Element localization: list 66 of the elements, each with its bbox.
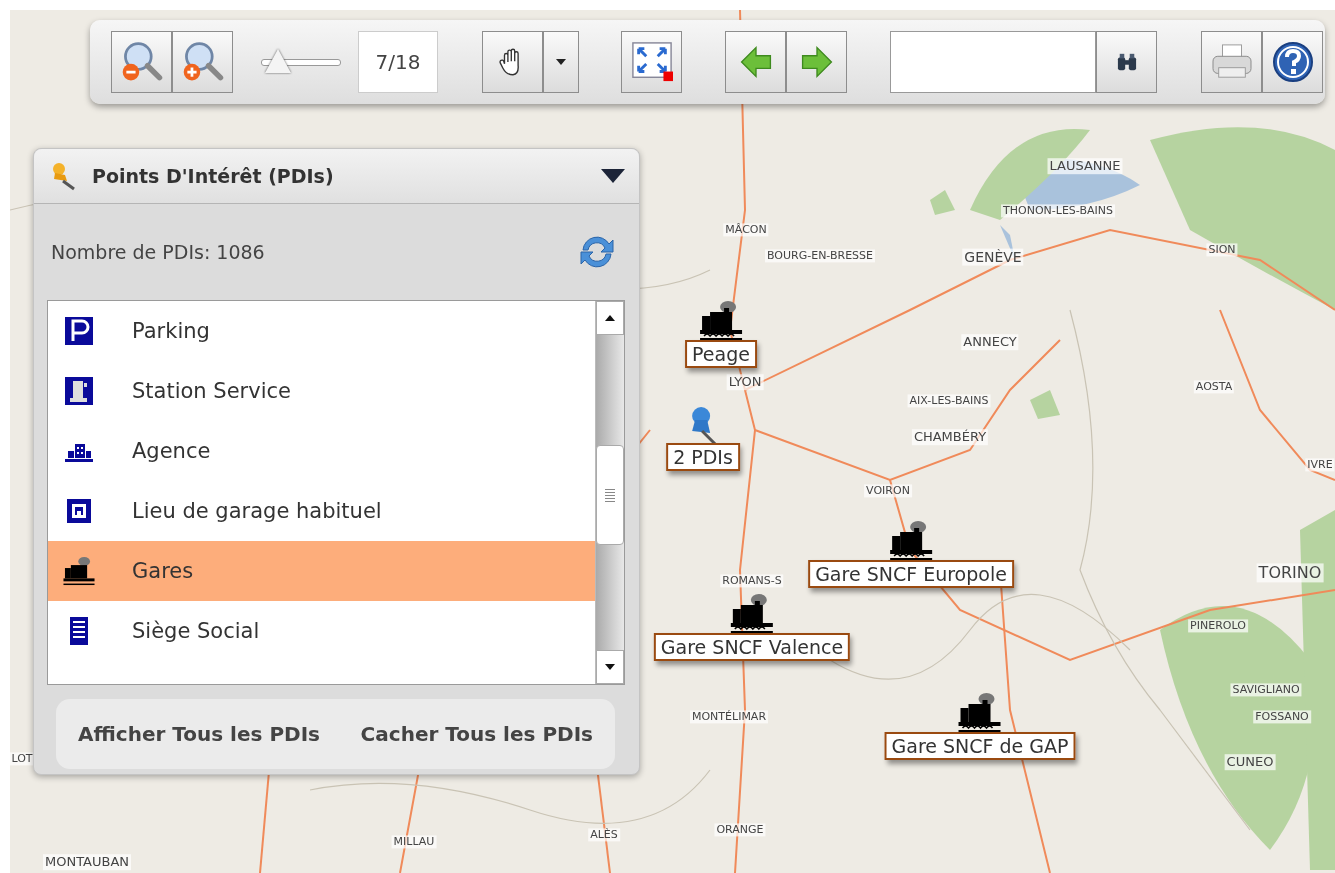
place-label: LYON — [726, 374, 764, 390]
category-item[interactable]: Siège Social — [48, 601, 595, 661]
locomotive-icon[interactable] — [888, 520, 934, 560]
category-item[interactable]: Parking — [48, 301, 595, 361]
forward-arrow-button[interactable] — [786, 31, 847, 93]
zoom-out-button[interactable] — [111, 31, 172, 93]
place-label: ROMANS-S — [720, 574, 784, 588]
panel-action-button[interactable]: Cacher Tous les PDIs — [358, 718, 595, 750]
category-item[interactable]: Gares — [48, 541, 595, 601]
place-label: LOT — [10, 752, 35, 766]
place-label: CHAMBÉRY — [911, 429, 989, 445]
place-label: AOSTA — [1193, 380, 1235, 394]
search-button[interactable] — [1096, 31, 1157, 93]
locomotive-icon[interactable] — [957, 692, 1003, 732]
printer-icon — [1210, 43, 1253, 81]
category-item[interactable]: Station Service — [48, 361, 595, 421]
panel-action-button[interactable]: Afficher Tous les PDIs — [76, 718, 322, 750]
place-label: MONTAUBAN — [42, 854, 132, 870]
place-label: ORANGE — [714, 823, 766, 837]
place-label: AIX-LES-BAINS — [907, 394, 991, 408]
place-label: BOURG-EN-BRESSE — [765, 249, 875, 263]
place-label: PINEROLO — [1188, 619, 1248, 633]
place-label: THONON-LES-BAINS — [1001, 204, 1115, 218]
parking-icon — [62, 316, 96, 346]
caret-icon — [556, 59, 566, 65]
category-item[interactable]: Lieu de garage habituel — [48, 481, 595, 541]
category-item[interactable]: Agence — [48, 421, 595, 481]
collapse-triangle-icon[interactable] — [601, 169, 625, 183]
locomotive-icon[interactable] — [698, 300, 744, 340]
zoom-level-field[interactable]: 7/18 — [358, 31, 438, 93]
slider-thumb[interactable] — [265, 49, 292, 73]
scroll-down-icon[interactable] — [605, 664, 615, 670]
place-label: SION — [1206, 243, 1238, 257]
scrollbar[interactable] — [595, 301, 624, 684]
search-field[interactable] — [890, 31, 1096, 93]
fuel-pump-icon — [62, 376, 96, 406]
locomotive-icon[interactable] — [729, 593, 775, 633]
marker-label[interactable]: Peage — [685, 340, 757, 368]
place-label: GENÈVE — [962, 248, 1024, 266]
place-label: LAUSANNE — [1047, 158, 1123, 174]
place-label: MÂCON — [723, 223, 769, 237]
place-label: MILLAU — [391, 835, 437, 849]
marker-label[interactable]: Gare SNCF de GAP — [884, 732, 1076, 760]
zoom-in-button[interactable] — [172, 31, 233, 93]
help-button[interactable] — [1262, 31, 1323, 93]
place-label: TORINO — [1256, 563, 1324, 583]
pan-hand-button[interactable] — [482, 31, 543, 93]
marker-label[interactable]: Gare SNCF Valence — [653, 633, 851, 661]
place-label: CUNEO — [1224, 754, 1276, 770]
place-label: IVRE — [1305, 458, 1335, 472]
place-label: ALÈS — [588, 828, 620, 842]
scroll-up-icon[interactable] — [605, 315, 615, 321]
place-label: ANNECY — [961, 334, 1019, 350]
place-label: VOIRON — [864, 484, 912, 498]
fullscreen-button[interactable] — [621, 31, 682, 93]
place-label: MONTÉLIMAR — [689, 710, 769, 724]
place-label: FOSSANO — [1253, 710, 1311, 724]
poi-count: Nombre de PDIs: 1086 — [51, 241, 265, 263]
binoculars-icon — [1115, 52, 1138, 72]
panel-title: Points D'Intérêt (PDIs) — [92, 165, 335, 187]
marker-label[interactable]: Gare SNCF Europole — [808, 560, 1014, 588]
dropdown-button[interactable] — [543, 31, 579, 93]
locomotive-icon — [62, 556, 96, 586]
back-arrow-button[interactable] — [725, 31, 786, 93]
place-label: SAVIGLIANO — [1230, 683, 1302, 697]
marker-label[interactable]: 2 PDIs — [666, 443, 740, 471]
